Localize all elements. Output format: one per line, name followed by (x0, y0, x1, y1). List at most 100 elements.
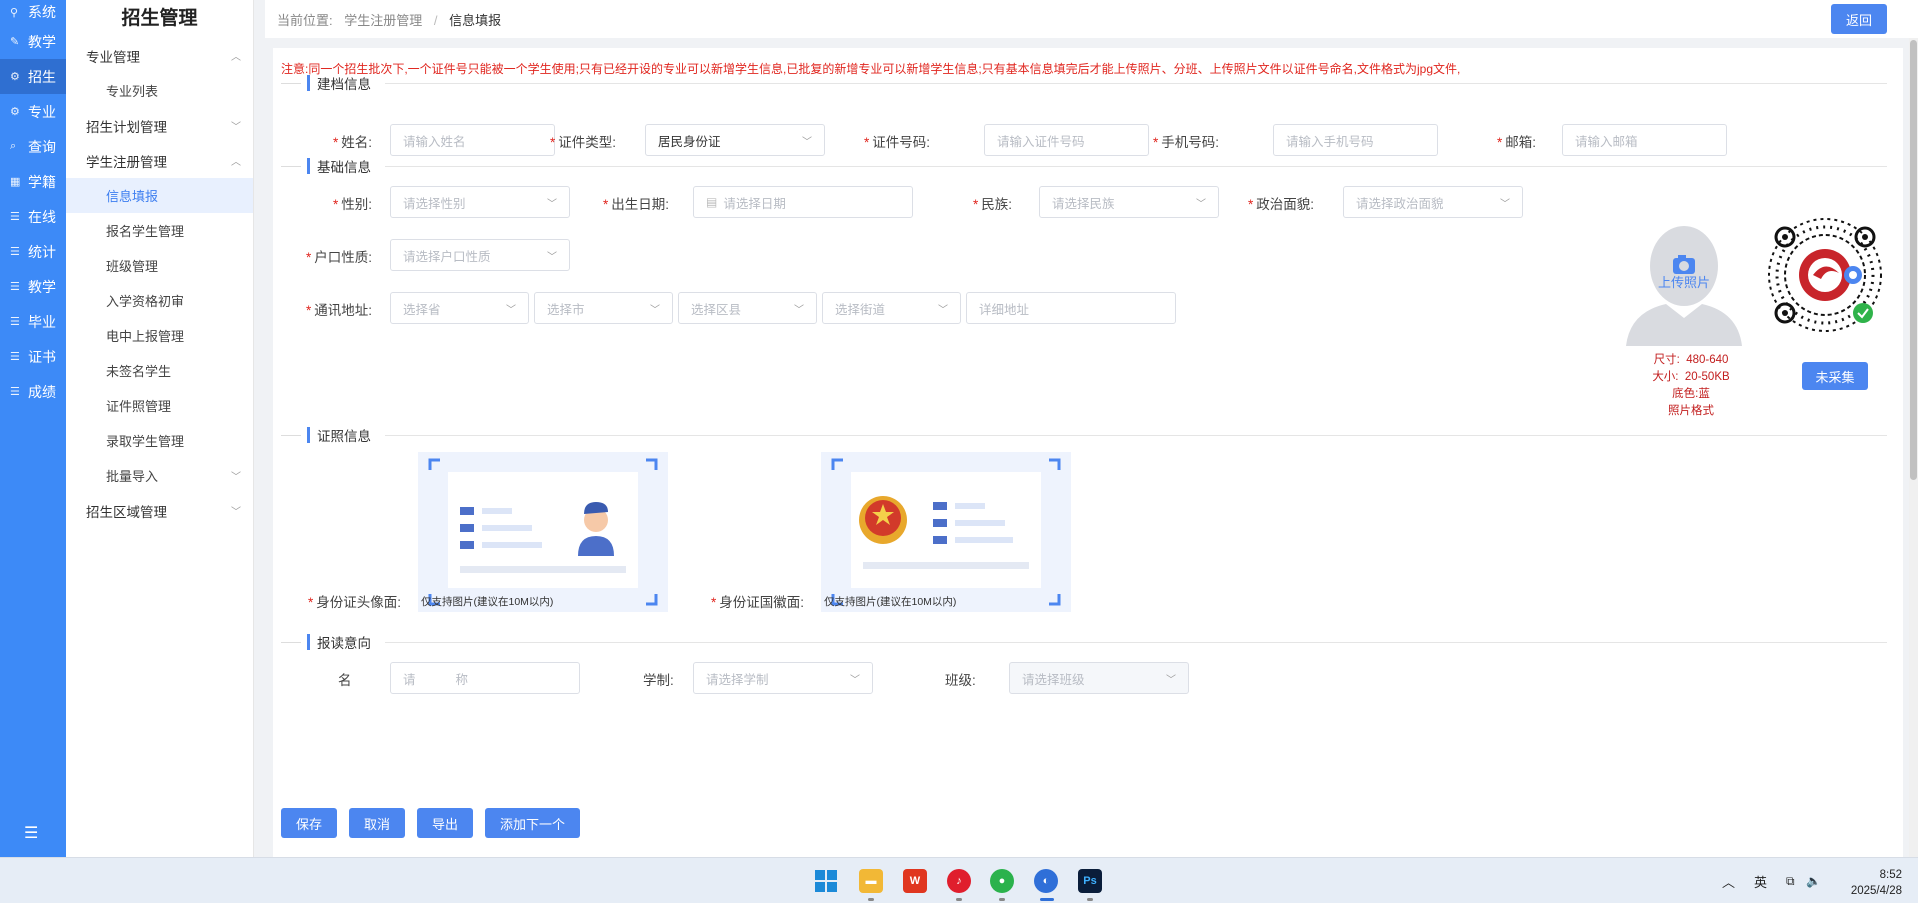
nav-item-certificate-photo[interactable]: 证件照管理 (66, 388, 253, 423)
module-nav-item[interactable]: ☰ 证书 (0, 339, 66, 374)
politics-select[interactable]: 请选择政治面貌 ﹀ (1343, 186, 1523, 218)
system-clock[interactable]: 8:52 2025/4/28 (1832, 867, 1902, 899)
qr-code-image (1765, 215, 1885, 335)
gender-label: * 性别: (333, 197, 373, 212)
nav-group-plan[interactable]: 招生计划管理 ﹀ (66, 108, 253, 143)
not-collected-button[interactable]: 未采集 (1802, 362, 1868, 390)
module-nav-item[interactable]: ✎ 教学 (0, 24, 66, 59)
wps-icon[interactable]: W (903, 869, 927, 893)
phone-input[interactable]: 请输入手机号码 (1273, 124, 1438, 156)
module-nav-label: 证书 (28, 348, 56, 365)
module-nav-item[interactable]: ☰ 毕业 (0, 304, 66, 339)
module-nav-label: 查询 (28, 138, 56, 155)
upload-photo-label: 上传照片 (1657, 275, 1710, 290)
major-select[interactable]: 请称 (390, 662, 580, 694)
nav-item-class-manage[interactable]: 班级管理 (66, 248, 253, 283)
export-button[interactable]: 导出 (417, 808, 474, 838)
module-nav-item[interactable]: ▦ 学籍 (0, 164, 66, 199)
divider (385, 165, 1887, 167)
system-select[interactable]: 请选择学制 ﹀ (693, 662, 873, 694)
netease-music-icon[interactable]: ♪ (947, 869, 971, 893)
section-title: 基础信息 (317, 160, 371, 175)
module-nav-item[interactable]: ⌕ 查询 (0, 129, 66, 164)
chevron-down-icon: ﹀ (650, 304, 660, 316)
menu-toggle-icon[interactable]: ☰ (24, 823, 38, 843)
nav-item-admitted[interactable]: 录取学生管理 (66, 423, 253, 458)
street-select[interactable]: 选择街道 ﹀ (822, 292, 961, 324)
gender-select[interactable]: 请选择性别 ﹀ (390, 186, 570, 218)
divider (281, 641, 301, 643)
birth-date-picker[interactable]: ▤ 请选择日期 (693, 186, 913, 218)
windows-start-icon[interactable] (814, 869, 838, 893)
id-card-back-icon (831, 458, 1061, 606)
idtype-select[interactable]: 居民身份证 ﹀ (645, 124, 825, 156)
tray-expand-icon[interactable]: ︿ (1722, 858, 1735, 903)
chevron-down-icon: ﹀ (1500, 198, 1510, 210)
nation-select[interactable]: 请选择民族 ﹀ (1039, 186, 1219, 218)
top-bar: 当前位置: 学生注册管理 / 信息填报 返回 (265, 0, 1918, 38)
volume-icon[interactable]: 🔈 (1806, 858, 1821, 903)
nav-group-region[interactable]: 招生区域管理 ﹀ (66, 493, 253, 528)
module-nav-item[interactable]: ⚙ 招生 (0, 59, 66, 94)
file-explorer-icon[interactable]: ▬ (859, 869, 883, 893)
running-indicator (1087, 898, 1093, 901)
nav-item-batch-import[interactable]: 批量导入 ﹀ (66, 458, 253, 493)
module-nav-label: 成绩 (28, 383, 56, 400)
ime-indicator[interactable]: 英 (1754, 858, 1767, 903)
id-front-upload[interactable] (418, 452, 668, 612)
add-next-button[interactable]: 添加下一个 (485, 808, 581, 838)
nav-item-diandong[interactable]: 电中上报管理 (66, 318, 253, 353)
nav-group-register[interactable]: 学生注册管理 ︿ (66, 143, 253, 178)
save-button[interactable]: 保存 (281, 808, 338, 838)
spec-size: 尺寸: 480-640 (1653, 354, 1729, 366)
browser-icon[interactable]: ◐ (1034, 869, 1058, 893)
list-icon: ☰ (10, 246, 20, 258)
name-input[interactable]: 请输入姓名 (390, 124, 555, 156)
nav-item-unsigned[interactable]: 未签名学生 (66, 353, 253, 388)
hukou-select[interactable]: 请选择户口性质 ﹀ (390, 239, 570, 271)
scrollbar-thumb[interactable] (1910, 40, 1917, 480)
id-back-upload[interactable] (821, 452, 1071, 612)
module-nav-item[interactable]: ☰ 统计 (0, 234, 66, 269)
chevron-down-icon: ﹀ (547, 251, 557, 263)
nav-item-apply-students[interactable]: 报名学生管理 (66, 213, 253, 248)
section-basic: 基础信息 (281, 158, 1887, 175)
idno-label: * 证件号码: (864, 135, 931, 150)
photo-upload[interactable]: 上传照片 (1626, 220, 1742, 346)
list-icon: ☰ (10, 351, 20, 363)
module-nav-item[interactable]: ☰ 教学 (0, 269, 66, 304)
breadcrumb: 当前位置: 学生注册管理 / 信息填报 (277, 10, 501, 29)
active-indicator (1040, 898, 1054, 901)
district-select[interactable]: 选择区县 ﹀ (678, 292, 817, 324)
gear-icon: ⚙ (10, 106, 20, 118)
province-select[interactable]: 选择省 ﹀ (390, 292, 529, 324)
id-front-note: 仅支持图片(建议在10M以内) (421, 596, 554, 608)
module-nav-item[interactable]: ⚲ 系统 (0, 0, 66, 24)
module-nav-item[interactable]: ☰ 在线 (0, 199, 66, 234)
section-certificate: 证照信息 (281, 427, 1887, 444)
breadcrumb-level1[interactable]: 学生注册管理 (344, 13, 422, 28)
nav-group-major[interactable]: 专业管理 ︿ (66, 38, 253, 73)
photoshop-icon[interactable]: Ps (1078, 869, 1102, 893)
divider (281, 434, 301, 436)
nav-item-qualification[interactable]: 入学资格初审 (66, 283, 253, 318)
running-indicator (999, 898, 1005, 901)
nav-item-info-fill[interactable]: 信息填报 (66, 178, 253, 213)
nav-group-label: 学生注册管理 (86, 154, 167, 170)
chevron-down-icon: ﹀ (794, 304, 804, 316)
vertical-scrollbar[interactable] (1909, 38, 1918, 857)
email-input[interactable]: 请输入邮箱 (1562, 124, 1727, 156)
network-icon[interactable]: ⧉ (1786, 858, 1795, 903)
detail-address-input[interactable]: 详细地址 (966, 292, 1176, 324)
class-select[interactable]: 请选择班级 ﹀ (1009, 662, 1189, 694)
clock-date: 2025/4/28 (1850, 885, 1902, 897)
cancel-button[interactable]: 取消 (349, 808, 406, 838)
divider (385, 434, 1887, 436)
return-button[interactable]: 返回 (1831, 4, 1887, 34)
idno-input[interactable]: 请输入证件号码 (984, 124, 1149, 156)
module-nav-item[interactable]: ☰ 成绩 (0, 374, 66, 409)
nav-item-major-list[interactable]: 专业列表 (66, 73, 253, 108)
module-nav-item[interactable]: ⚙ 专业 (0, 94, 66, 129)
city-select[interactable]: 选择市 ﹀ (534, 292, 673, 324)
wechat-icon[interactable]: ● (990, 869, 1014, 893)
